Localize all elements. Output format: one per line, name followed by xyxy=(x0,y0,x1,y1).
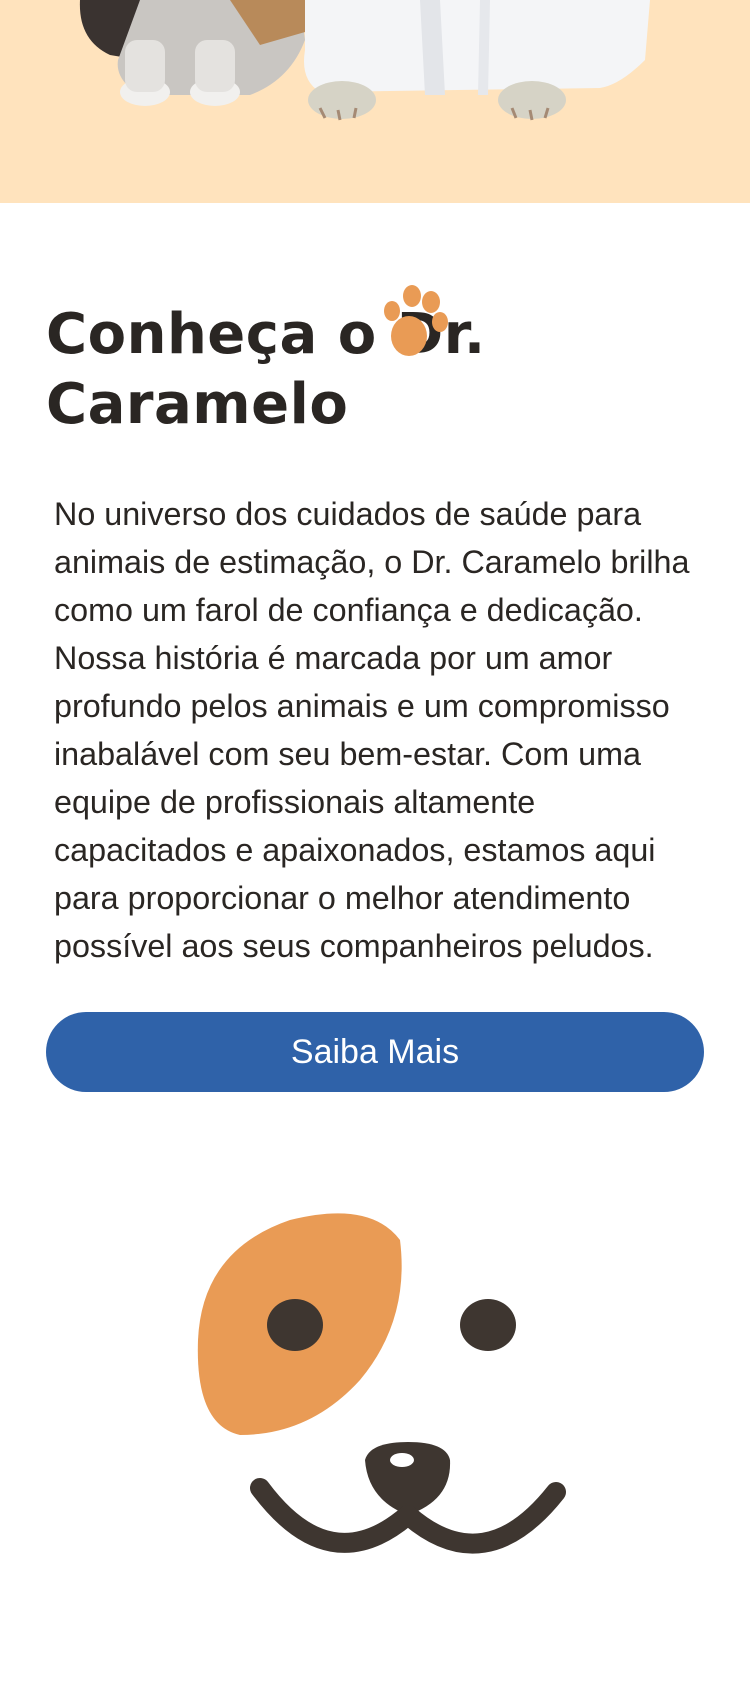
cat-and-vet-photo xyxy=(79,0,650,121)
hero-banner xyxy=(0,0,750,203)
paw-print-icon xyxy=(384,285,448,356)
about-description: No universo dos cuidados de saúde para a… xyxy=(54,496,690,964)
dog-face-icon xyxy=(197,1213,566,1554)
saiba-mais-button[interactable]: Saiba Mais xyxy=(46,1012,704,1092)
page-title: Conheça o Dr. Caramelo xyxy=(46,302,486,437)
